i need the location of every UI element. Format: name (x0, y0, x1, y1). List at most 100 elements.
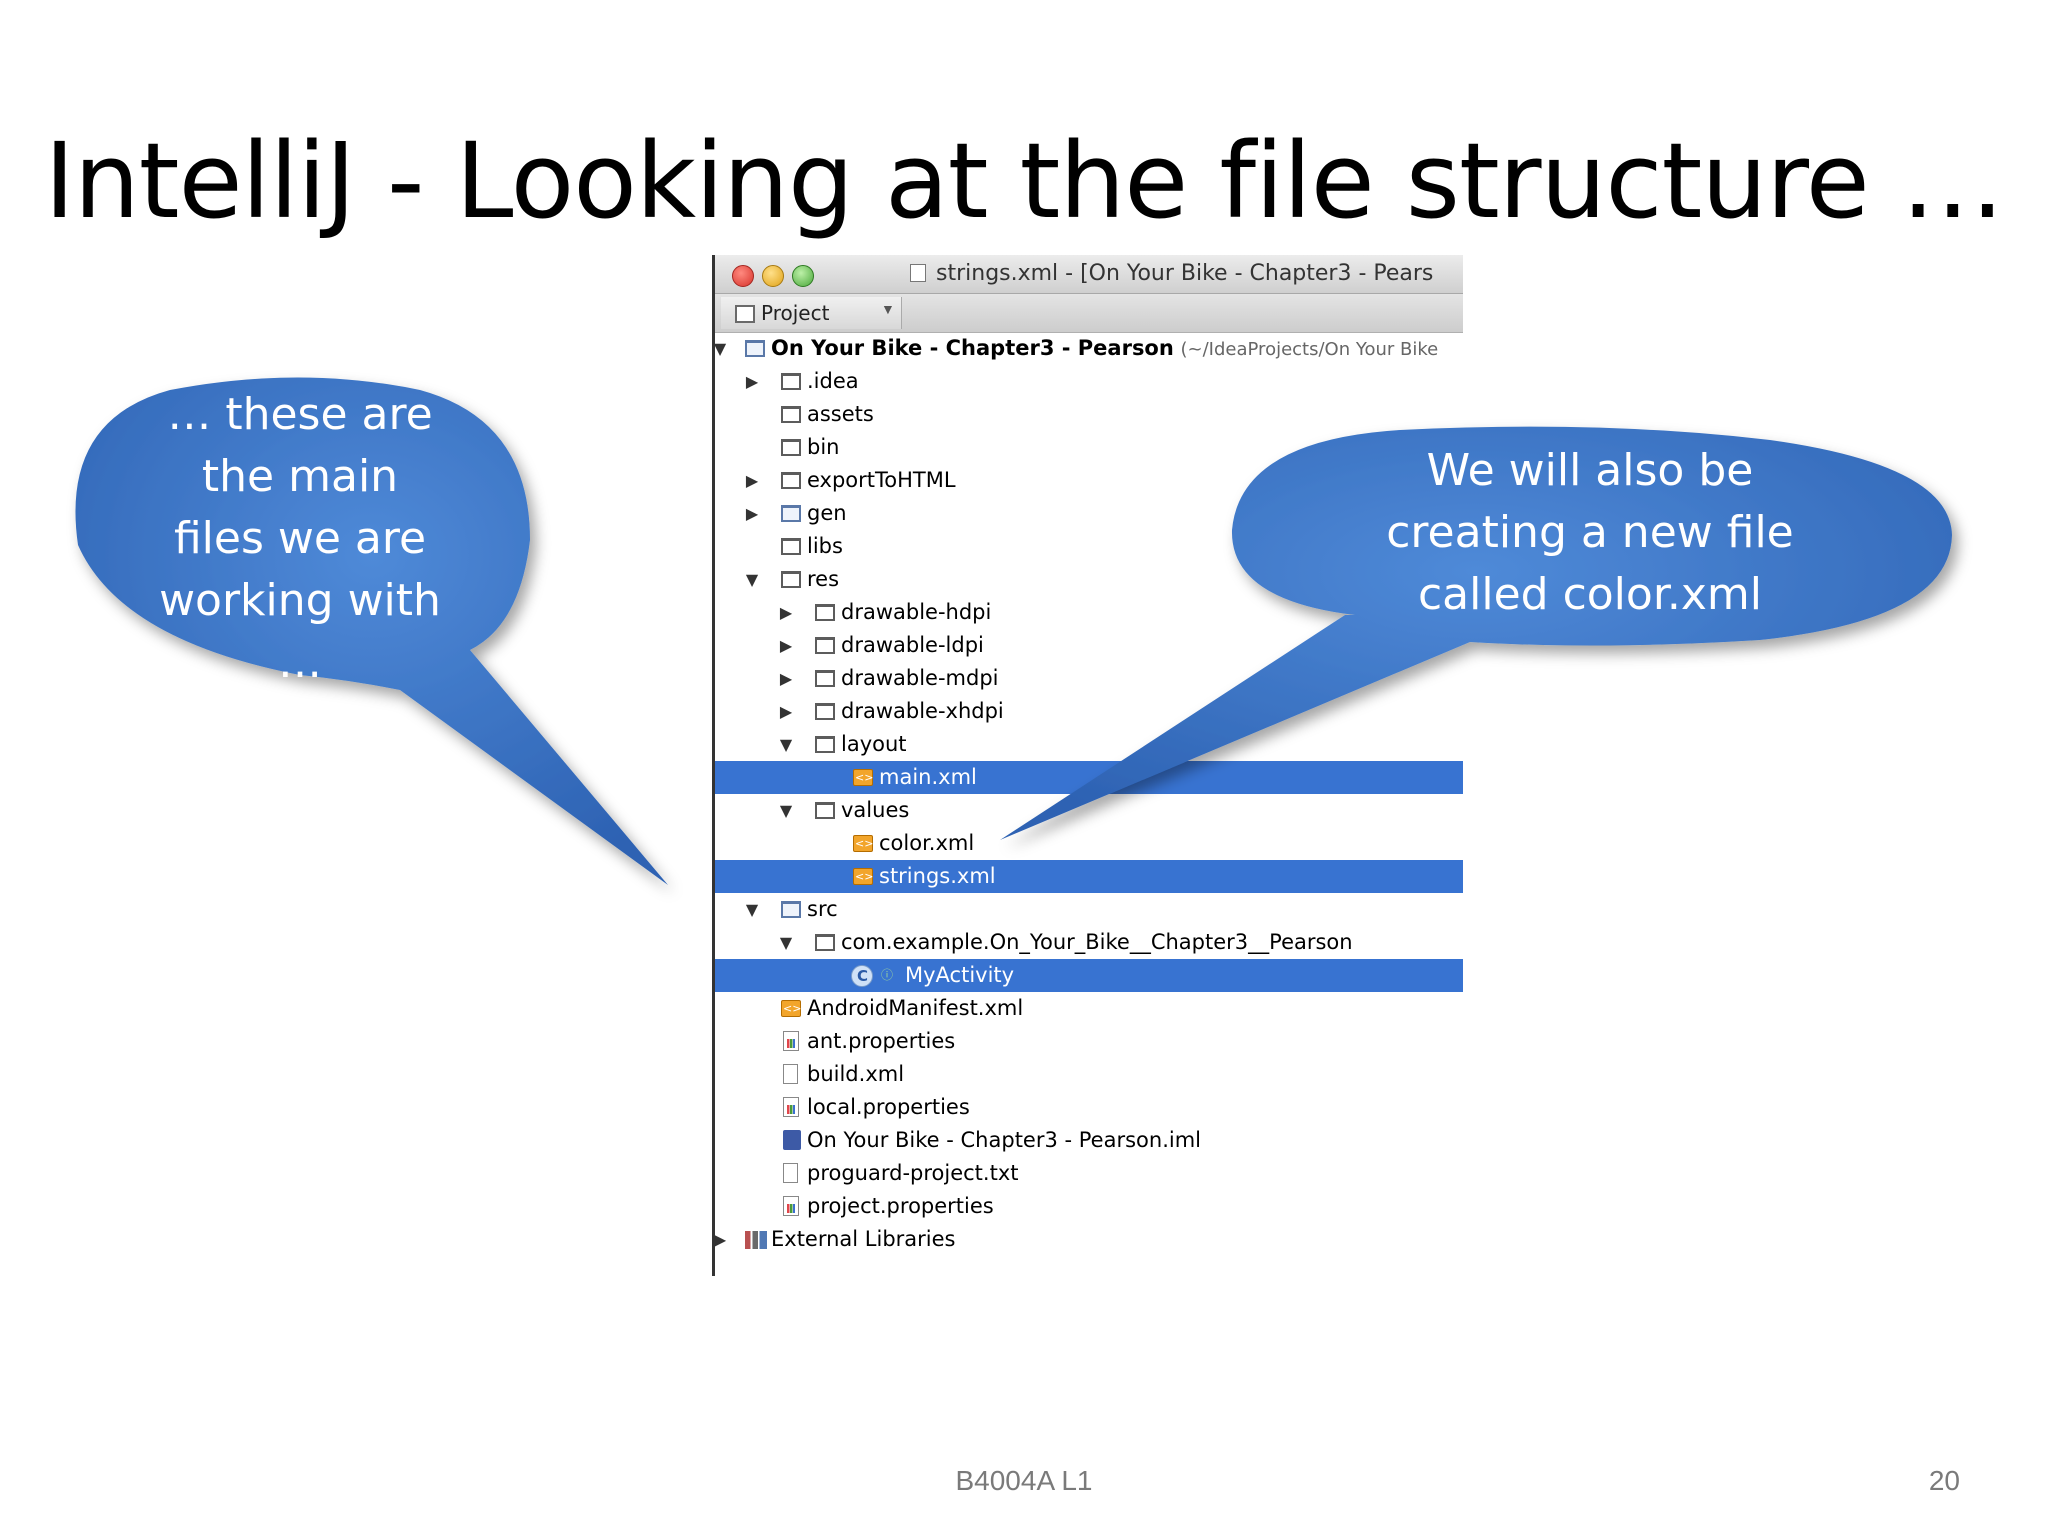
tree-item-manifest[interactable]: AndroidManifest.xml (715, 992, 1463, 1025)
slide-footer: B4004A L1 (955, 1465, 1093, 1496)
collapsed-arrow-icon[interactable]: ▶ (715, 1223, 729, 1256)
tree-item-label: drawable-hdpi (841, 600, 992, 624)
properties-file-icon (783, 1097, 799, 1117)
project-toolbar: Project ▼ (715, 294, 1463, 333)
minimize-window-icon[interactable] (762, 265, 784, 287)
tree-item-strings-xml[interactable]: strings.xml (715, 860, 1463, 893)
tree-item-drawable-ldpi[interactable]: ▶ drawable-ldpi (715, 629, 1463, 662)
project-view-selector[interactable]: Project ▼ (721, 297, 902, 329)
left-callout-line: … (278, 637, 322, 688)
source-folder-icon (781, 901, 801, 918)
slide-number: 20 (1928, 1465, 1960, 1496)
tree-item-ant-properties[interactable]: ant.properties (715, 1025, 1463, 1058)
tree-item-label: MyActivity (905, 963, 1015, 987)
xml-file-icon (781, 992, 801, 1025)
tree-item-assets[interactable]: assets (715, 398, 1463, 431)
intellij-window: strings.xml - [On Your Bike - Chapter3 -… (712, 255, 1463, 1276)
tree-item-label: drawable-ldpi (841, 633, 984, 657)
tree-item-build-xml[interactable]: build.xml (715, 1058, 1463, 1091)
text-file-icon (783, 1163, 798, 1183)
left-callout-text: … these are the main files we are workin… (110, 384, 490, 694)
ant-build-file-icon (783, 1064, 798, 1084)
right-callout-line: creating a new file (1386, 507, 1794, 558)
folder-icon (781, 439, 801, 456)
project-icon (735, 305, 755, 323)
generated-folder-icon (781, 505, 801, 522)
tree-item-layout[interactable]: ▼ layout (715, 728, 1463, 761)
xml-file-icon (910, 264, 926, 282)
tree-item-label: src (807, 897, 838, 921)
tree-item-label: On Your Bike - Chapter3 - Pearson.iml (807, 1128, 1202, 1152)
tree-item-idea[interactable]: ▶ .idea (715, 365, 1463, 398)
tree-item-drawable-xhdpi[interactable]: ▶ drawable-xhdpi (715, 695, 1463, 728)
folder-icon (781, 406, 801, 423)
tree-item-label: drawable-xhdpi (841, 699, 1004, 723)
close-window-icon[interactable] (732, 265, 754, 287)
left-callout-line: files we are (173, 513, 427, 564)
right-callout-line: We will also be (1426, 445, 1754, 496)
module-file-icon (783, 1130, 801, 1150)
tree-item-label: local.properties (807, 1095, 970, 1119)
tree-item-label: proguard-project.txt (807, 1161, 1019, 1185)
tree-item-drawable-mdpi[interactable]: ▶ drawable-mdpi (715, 662, 1463, 695)
tree-item-proguard[interactable]: proguard-project.txt (715, 1157, 1463, 1190)
collapsed-arrow-icon[interactable]: ▶ (743, 497, 761, 530)
folder-icon (815, 637, 835, 654)
collapsed-arrow-icon[interactable]: ▶ (777, 596, 795, 629)
tree-item-label: color.xml (879, 831, 975, 855)
right-callout-line: called color.xml (1417, 569, 1762, 620)
xml-file-icon (853, 860, 873, 893)
tree-item-label: strings.xml (879, 864, 996, 888)
expanded-arrow-icon[interactable]: ▼ (715, 332, 729, 365)
folder-icon (815, 802, 835, 819)
tree-item-label: External Libraries (771, 1227, 956, 1251)
expanded-arrow-icon[interactable]: ▼ (743, 563, 761, 596)
collapsed-arrow-icon[interactable]: ▶ (777, 695, 795, 728)
expanded-arrow-icon[interactable]: ▼ (743, 893, 761, 926)
zoom-window-icon[interactable] (792, 265, 814, 287)
collapsed-arrow-icon[interactable]: ▶ (777, 662, 795, 695)
tree-item-external-libraries[interactable]: ▶ External Libraries (715, 1223, 1463, 1256)
tree-item-local-properties[interactable]: local.properties (715, 1091, 1463, 1124)
tree-item-root[interactable]: ▼ On Your Bike - Chapter3 - Pearson (~/I… (715, 332, 1463, 365)
tree-item-project-properties[interactable]: project.properties (715, 1190, 1463, 1223)
right-callout-text: We will also be creating a new file call… (1300, 440, 1880, 626)
tree-item-main-xml[interactable]: main.xml (715, 761, 1463, 794)
window-titlebar: strings.xml - [On Your Bike - Chapter3 -… (715, 255, 1463, 294)
window-title: strings.xml - [On Your Bike - Chapter3 -… (910, 261, 1433, 286)
tree-item-label: AndroidManifest.xml (807, 996, 1024, 1020)
expanded-arrow-icon[interactable]: ▼ (777, 926, 795, 959)
xml-file-icon (853, 827, 873, 860)
collapsed-arrow-icon[interactable]: ▶ (743, 464, 761, 497)
tree-item-package[interactable]: ▼ com.example.On_Your_Bike__Chapter3__Pe… (715, 926, 1463, 959)
tree-item-src[interactable]: ▼ src (715, 893, 1463, 926)
folder-icon (815, 604, 835, 621)
properties-file-icon (783, 1031, 799, 1051)
tree-item-label: assets (807, 402, 874, 426)
collapsed-arrow-icon[interactable]: ▶ (743, 365, 761, 398)
chevron-down-icon[interactable]: ▼ (881, 301, 895, 317)
tree-item-label: com.example.On_Your_Bike__Chapter3__Pear… (841, 930, 1353, 954)
expanded-arrow-icon[interactable]: ▼ (777, 794, 795, 827)
root-path: (~/IdeaProjects/On Your Bike (1180, 339, 1439, 360)
collapsed-arrow-icon[interactable]: ▶ (777, 629, 795, 662)
properties-file-icon (783, 1196, 799, 1216)
tree-item-iml[interactable]: On Your Bike - Chapter3 - Pearson.iml (715, 1124, 1463, 1157)
left-callout-line: working with (159, 575, 441, 626)
tree-item-values[interactable]: ▼ values (715, 794, 1463, 827)
tree-item-label: ant.properties (807, 1029, 956, 1053)
access-icon: ⓘ (881, 968, 894, 982)
expanded-arrow-icon[interactable]: ▼ (777, 728, 795, 761)
package-icon (815, 934, 835, 951)
slide-title: IntelliJ - Looking at the file structure… (44, 120, 2005, 242)
folder-icon (781, 538, 801, 555)
folder-icon (781, 472, 801, 489)
folder-icon (781, 571, 801, 588)
project-view-label: Project (761, 301, 830, 325)
tree-item-color-xml[interactable]: color.xml (715, 827, 1463, 860)
xml-file-icon (853, 761, 873, 794)
tree-item-label: res (807, 567, 840, 591)
tree-item-label: values (841, 798, 910, 822)
tree-item-my-activity[interactable]: ⓘ MyActivity (715, 959, 1463, 993)
tree-item-label: bin (807, 435, 840, 459)
